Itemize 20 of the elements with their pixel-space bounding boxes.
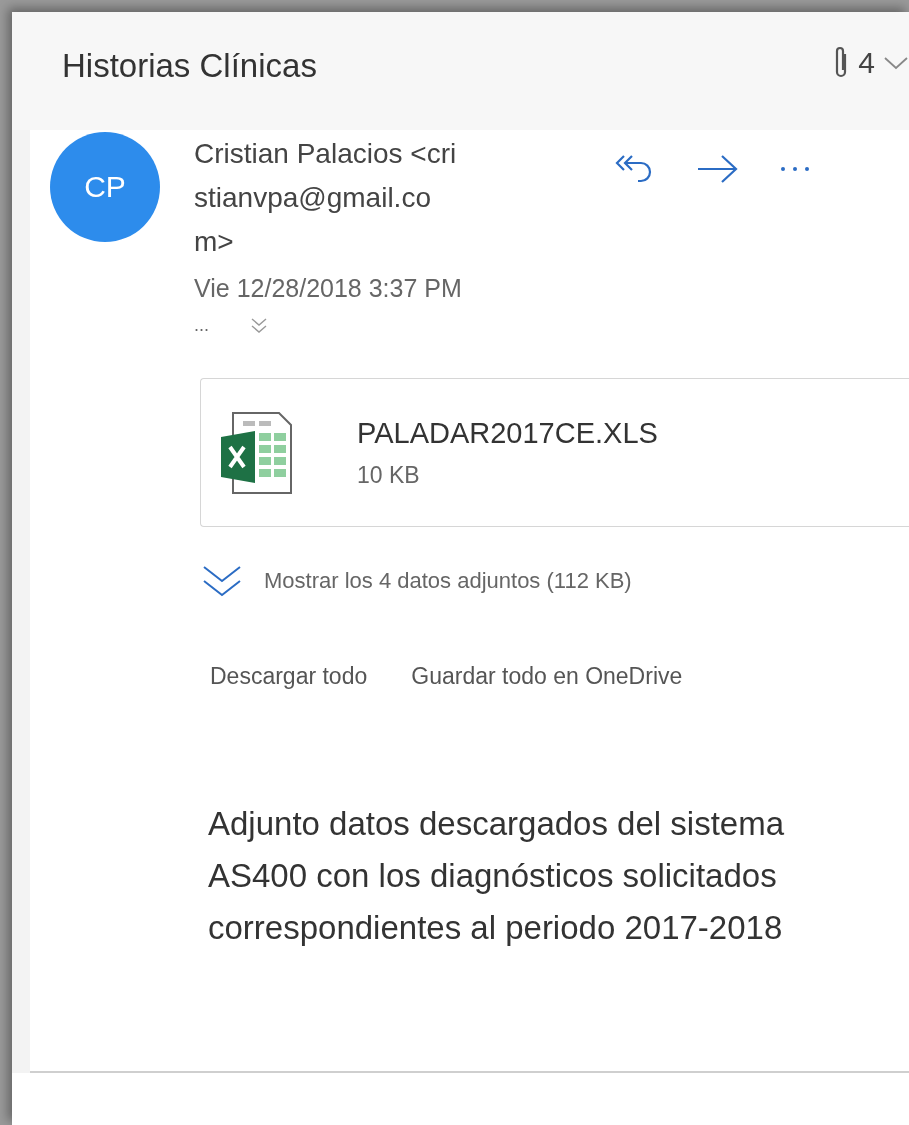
- sender-name: m>: [194, 225, 235, 259]
- more-icon[interactable]: [780, 165, 810, 173]
- action-link[interactable]: Descargar todo: [210, 663, 368, 690]
- attachment-count: 4: [858, 46, 875, 80]
- forward-icon[interactable]: [696, 152, 740, 186]
- sender-name: Cristian Palacios <cri: [194, 137, 458, 171]
- chevron-down-icon[interactable]: [883, 55, 909, 71]
- message-date: Vie 12/28/2018 3:37 PM: [194, 273, 463, 304]
- double-chevron-down-icon: [202, 563, 242, 599]
- mail-subject: Historias Clínicas: [62, 47, 318, 86]
- attachment-name: PALADAR2017CE.XLS: [357, 416, 658, 450]
- sender-name: stianvpa@gmail.co: [194, 181, 432, 215]
- action-link[interactable]: Guardar todo en OneDrive: [411, 663, 683, 690]
- more-details[interactable]: ...: [194, 314, 209, 336]
- message-body: Adjunto datos descargados del sistema AS400 con los diagnósticos solicitados correspondientes al periodo 2017-2018: [208, 804, 786, 948]
- show-all-attachments-link[interactable]: Mostrar los 4 datos adjuntos (112 KB): [202, 563, 909, 599]
- attachment-card[interactable]: PALADAR2017CE.XLS 10 KB: [200, 378, 909, 527]
- double-chevron-down-icon[interactable]: [249, 316, 269, 334]
- avatar: CP: [50, 132, 160, 242]
- attachment-size: 10 KB: [357, 461, 421, 489]
